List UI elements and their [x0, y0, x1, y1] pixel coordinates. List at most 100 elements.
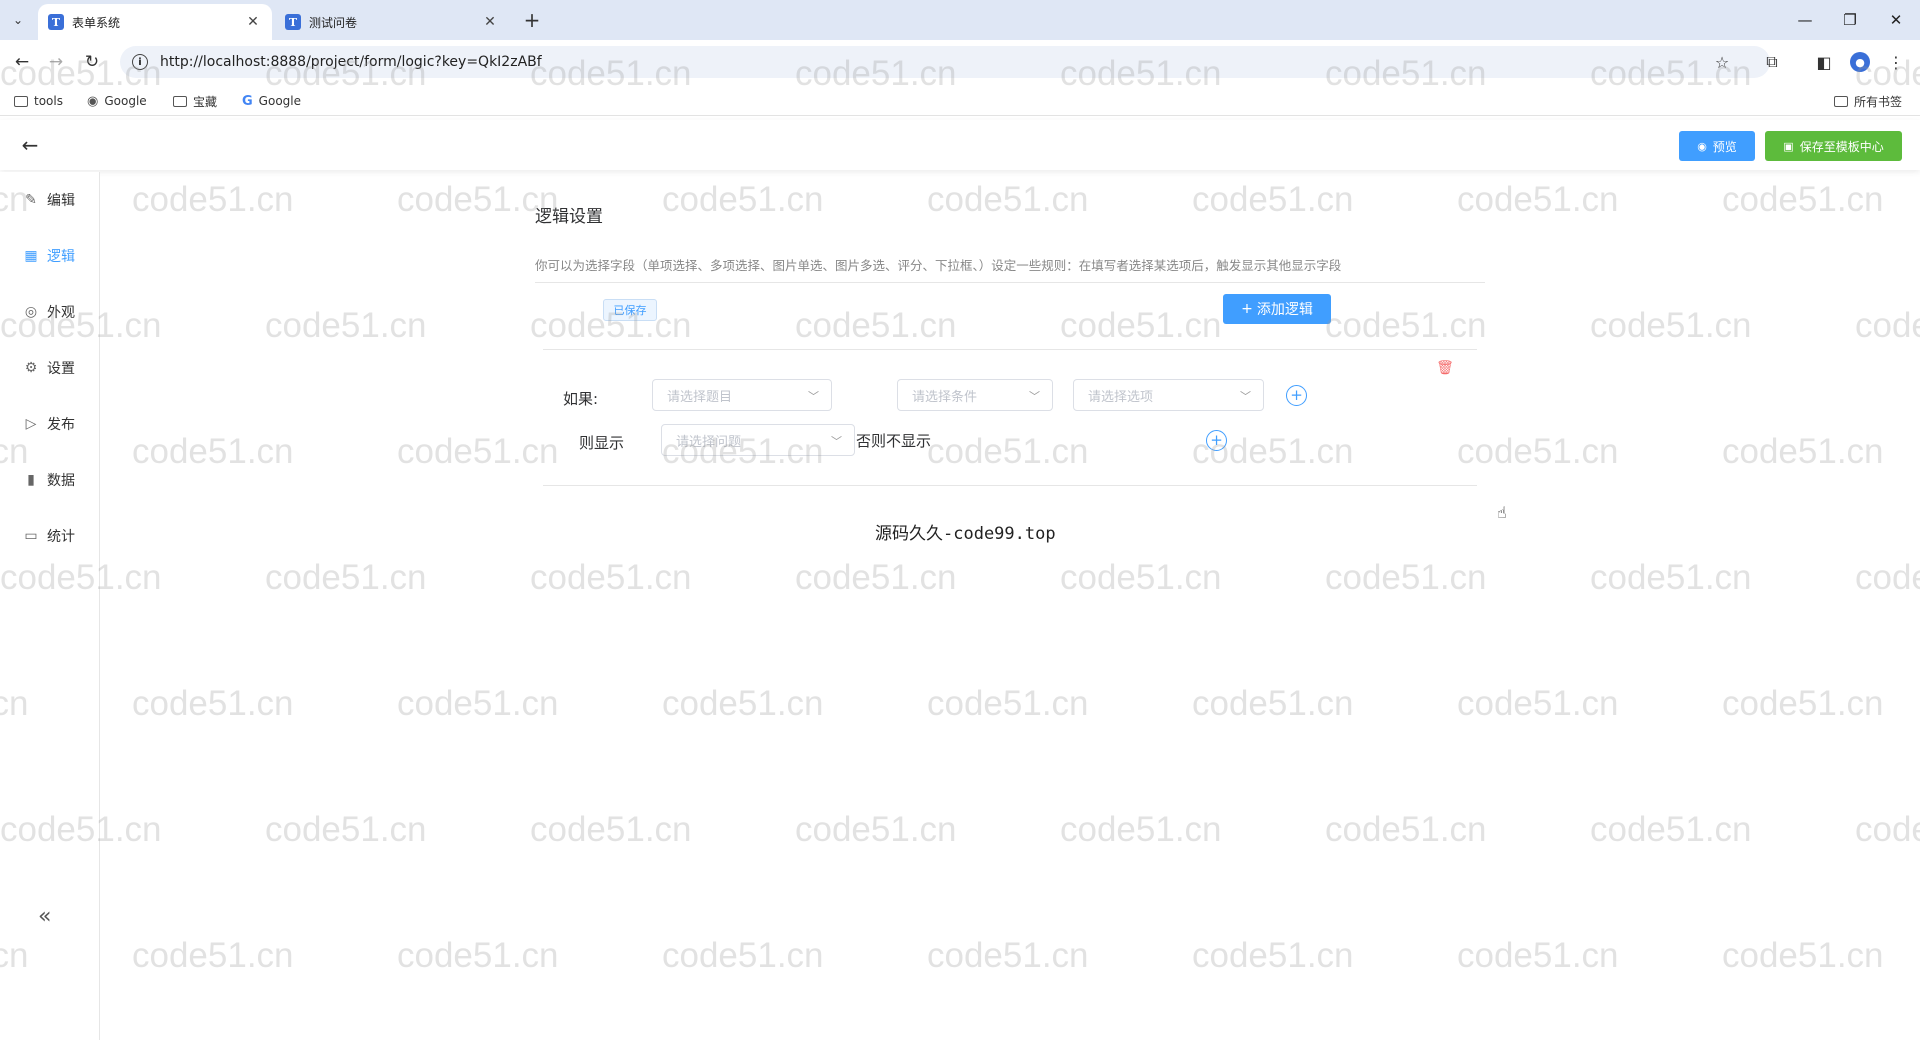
question-select[interactable]: 请选择题目 ﹀ [652, 379, 832, 411]
watermark-text: code51.cn [397, 936, 559, 975]
watermark-text: code51.cn [1192, 684, 1354, 723]
reload-icon[interactable]: ↻ [78, 48, 106, 76]
all-bookmarks-label: 所有书签 [1854, 94, 1903, 109]
watermark-text: code51.cn [265, 810, 427, 849]
condition-select[interactable]: 请选择条件 ﹀ [897, 379, 1053, 411]
watermark-text: code51.cn [927, 684, 1089, 723]
bookmark-tools[interactable]: tools [14, 91, 63, 111]
watermark-text: code51.cn [397, 684, 559, 723]
watermark-text: code51.cn [132, 180, 294, 219]
sidebar-item-appearance[interactable]: ◎ 外观 [22, 300, 92, 324]
menu-kebab-icon[interactable]: ⋮ [1884, 50, 1908, 74]
tab-search-dropdown-icon[interactable]: ⌄ [6, 8, 30, 32]
bookmark-star-icon[interactable]: ☆ [1710, 50, 1734, 74]
sidebar-item-label: 逻辑 [47, 249, 75, 265]
bookmark-google-2[interactable]: G Google [242, 91, 301, 111]
restore-icon[interactable]: ❐ [1830, 6, 1870, 34]
watermark-text: code51.cn [132, 684, 294, 723]
browser-tab-bar: ⌄ T 表单系统 ✕ T 测试问卷 ✕ + — ❐ ✕ [0, 0, 1920, 40]
watermark-text: code51.cn [1590, 306, 1752, 345]
sidebar-item-edit[interactable]: ✎ 编辑 [22, 188, 92, 212]
bookmark-label: Google [104, 94, 147, 108]
tab-favicon-icon: T [285, 14, 301, 30]
watermark-text: code51.cn [1192, 180, 1354, 219]
close-window-icon[interactable]: ✕ [1876, 6, 1916, 34]
watermark-text: code51.cn [662, 180, 824, 219]
tab-close-icon[interactable]: ✕ [244, 14, 262, 30]
back-icon[interactable]: ← [8, 48, 36, 76]
watermark-text: code51.cn [1325, 306, 1487, 345]
then-show-label: 则显示 [579, 434, 625, 452]
sidebar-item-logic[interactable]: ▦ 逻辑 [22, 244, 92, 268]
edit-icon: ✎ [25, 192, 37, 208]
all-bookmarks[interactable]: 所有书签 [1834, 91, 1902, 111]
option-select[interactable]: 请选择选项 ﹀ [1073, 379, 1264, 411]
save-to-template-button[interactable]: ▣ 保存至模板中心 [1765, 131, 1902, 161]
watermark-text: code51.cn [132, 936, 294, 975]
watermark-text: code51.cn [1855, 558, 1920, 597]
watermark-text: code51.cn [795, 558, 957, 597]
tab-title: 表单系统 [72, 15, 121, 30]
sidebar: ✎ 编辑 ▦ 逻辑 ◎ 外观 ⚙ 设置 ▷ 发布 ▮ 数据 ▭ 统计 « [0, 172, 100, 1040]
stats-board-icon: ▭ [24, 528, 38, 544]
sidebar-item-label: 统计 [47, 529, 75, 545]
preview-button[interactable]: ◉ 预览 [1679, 131, 1755, 161]
watermark-text: code51.cn [1855, 810, 1920, 849]
watermark-text: code51.cn [1722, 180, 1884, 219]
browser-tab-form-system[interactable]: T 表单系统 ✕ [38, 4, 272, 40]
bookmark-label: 宝藏 [193, 94, 218, 109]
divider [535, 282, 1485, 283]
back-arrow-icon[interactable]: ← [18, 133, 42, 157]
watermark-text: code51.cn [1325, 558, 1487, 597]
tab-close-icon[interactable]: ✕ [481, 14, 499, 30]
condition-select-placeholder: 请选择条件 [912, 389, 978, 405]
watermark-text: code51.cn [1060, 306, 1222, 345]
chevron-down-icon: ﹀ [808, 390, 819, 403]
profile-avatar-icon[interactable]: ● [1848, 50, 1872, 74]
add-show-question-icon[interactable]: + [1206, 430, 1227, 451]
watermark-text: code51.cn [927, 432, 1089, 471]
delete-rule-trash-icon[interactable]: 🗑 [1436, 359, 1454, 377]
tab-favicon-icon: T [48, 14, 64, 30]
add-logic-button[interactable]: + 添加逻辑 [1223, 294, 1331, 324]
save-icon: ▣ [1783, 139, 1794, 153]
address-bar[interactable]: i http://localhost:8888/project/form/log… [120, 46, 1770, 78]
sidebar-item-publish[interactable]: ▷ 发布 [22, 412, 92, 436]
bookmark-label: tools [34, 94, 63, 108]
page-description: 你可以为选择字段（单项选择、多项选择、图片单选、图片多选、评分、下拉框、）设定一… [535, 258, 1342, 273]
play-circle-icon: ▷ [25, 416, 37, 432]
watermark-text: code51.cn [1457, 432, 1619, 471]
app-header: ← ◉ 预览 ▣ 保存至模板中心 [0, 120, 1920, 170]
minimize-icon[interactable]: — [1785, 6, 1825, 34]
watermark-text: code51.cn [1722, 684, 1884, 723]
watermark-text: code51.cn [795, 810, 957, 849]
chevron-down-icon: ﹀ [1029, 390, 1040, 403]
side-panel-icon[interactable]: ◧ [1812, 50, 1836, 74]
sidebar-item-data[interactable]: ▮ 数据 [22, 468, 92, 492]
add-condition-icon[interactable]: + [1286, 385, 1307, 406]
site-info-icon[interactable]: i [132, 54, 148, 70]
sidebar-item-statistics[interactable]: ▭ 统计 [22, 524, 92, 548]
chevron-down-icon: ﹀ [1240, 390, 1251, 403]
question-select-placeholder: 请选择题目 [667, 389, 733, 405]
google-g-icon: G [242, 93, 253, 109]
bookmark-treasure[interactable]: 宝藏 [173, 91, 217, 111]
sidebar-item-label: 外观 [47, 305, 75, 321]
forward-icon[interactable]: → [42, 48, 70, 76]
extensions-icon[interactable]: ⧉ [1760, 50, 1784, 74]
watermark-text: code51.cn [795, 306, 957, 345]
sidebar-item-label: 数据 [47, 473, 75, 489]
eye-icon: ◎ [24, 304, 38, 320]
sidebar-item-settings[interactable]: ⚙ 设置 [22, 356, 92, 380]
footer-credit: 源码久久-code99.top [875, 524, 1056, 544]
show-question-select[interactable]: 请选择问题 ﹀ [661, 424, 855, 456]
watermark-text: code51.cn [397, 432, 559, 471]
watermark-text: code51.cn [662, 936, 824, 975]
plus-icon: + [1241, 301, 1253, 317]
new-tab-icon[interactable]: + [520, 8, 544, 32]
watermark-text: code51.cn [1060, 810, 1222, 849]
bookmark-google[interactable]: ◉ Google [87, 91, 147, 111]
collapse-sidebar-icon[interactable]: « [38, 904, 51, 929]
browser-tab-test-survey[interactable]: T 测试问卷 ✕ [275, 4, 509, 40]
watermark-text: code51.cn [265, 558, 427, 597]
